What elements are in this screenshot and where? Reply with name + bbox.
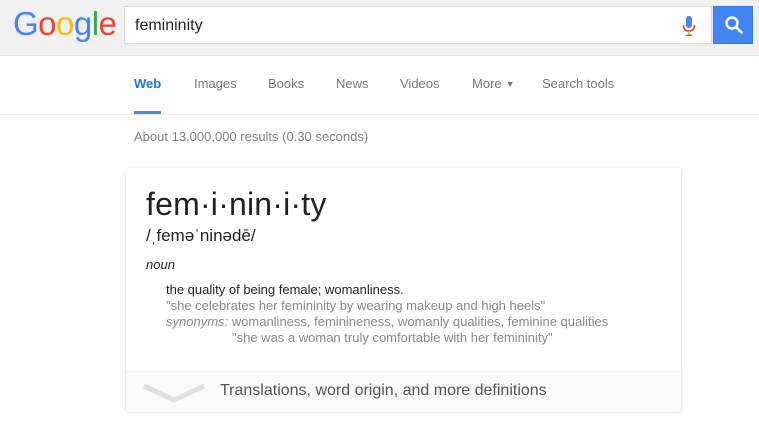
more-definitions-text: Translations, word origin, and more defi… bbox=[220, 382, 547, 399]
headword: fem·i·nin·i·ty bbox=[146, 186, 327, 222]
tab-label: Search tools bbox=[542, 76, 615, 91]
phonetic: /ˌfeməˈninədē/ bbox=[146, 226, 256, 245]
synonyms-list[interactable]: womanliness, feminineness, womanly quali… bbox=[232, 314, 608, 329]
tab-label: Images bbox=[194, 76, 237, 91]
tab-web[interactable]: Web bbox=[134, 76, 162, 114]
logo-letter: l bbox=[91, 5, 99, 42]
synonym-example: "she was a woman truly comfortable with … bbox=[232, 330, 553, 345]
synonyms-label: synonyms: bbox=[166, 314, 229, 329]
logo-letter: o bbox=[56, 5, 74, 42]
example-text: "she celebrates her femininity by wearin… bbox=[166, 298, 546, 313]
google-logo[interactable]: Google bbox=[13, 5, 117, 43]
definition-block: the quality of being female; womanliness… bbox=[166, 282, 608, 346]
search-tabs: Web Images Books News Videos More ▼ Searc… bbox=[0, 56, 759, 115]
tab-label: Videos bbox=[400, 76, 440, 91]
microphone-icon[interactable] bbox=[681, 15, 697, 37]
tab-books[interactable]: Books bbox=[268, 76, 304, 114]
result-stats: About 13,000,000 results (0.30 seconds) bbox=[134, 129, 369, 144]
tab-label: Books bbox=[268, 76, 305, 91]
tab-search-tools[interactable]: Search tools bbox=[542, 76, 614, 114]
logo-letter: o bbox=[38, 5, 57, 42]
part-of-speech: noun bbox=[146, 257, 175, 272]
logo-letter: e bbox=[98, 5, 117, 42]
more-definitions-link[interactable]: Translations, word origin, and more defi… bbox=[126, 371, 681, 412]
logo-letter: G bbox=[13, 5, 39, 42]
logo-letter: g bbox=[73, 5, 92, 42]
tab-videos[interactable]: Videos bbox=[400, 76, 440, 114]
definition-text: the quality of being female; womanliness… bbox=[166, 282, 404, 297]
caret-down-icon: ▼ bbox=[505, 79, 515, 89]
tab-label: More bbox=[472, 76, 502, 91]
tab-images[interactable]: Images bbox=[194, 76, 237, 114]
search-query: femininity bbox=[135, 17, 203, 34]
synonyms-line: synonyms: womanliness, feminineness, wom… bbox=[166, 314, 608, 330]
tab-news[interactable]: News bbox=[336, 76, 369, 114]
tab-more[interactable]: More ▼ bbox=[472, 76, 515, 114]
chevron-down-icon bbox=[142, 383, 206, 403]
dictionary-card: fem·i·nin·i·ty /ˌfeməˈninədē/ noun the q… bbox=[126, 168, 681, 412]
search-icon bbox=[725, 16, 743, 34]
tab-label: News bbox=[336, 76, 369, 91]
top-bar: Google femininity bbox=[0, 0, 759, 56]
tab-label: Web bbox=[134, 76, 162, 91]
search-button[interactable] bbox=[713, 6, 753, 44]
search-input[interactable]: femininity bbox=[124, 6, 712, 44]
